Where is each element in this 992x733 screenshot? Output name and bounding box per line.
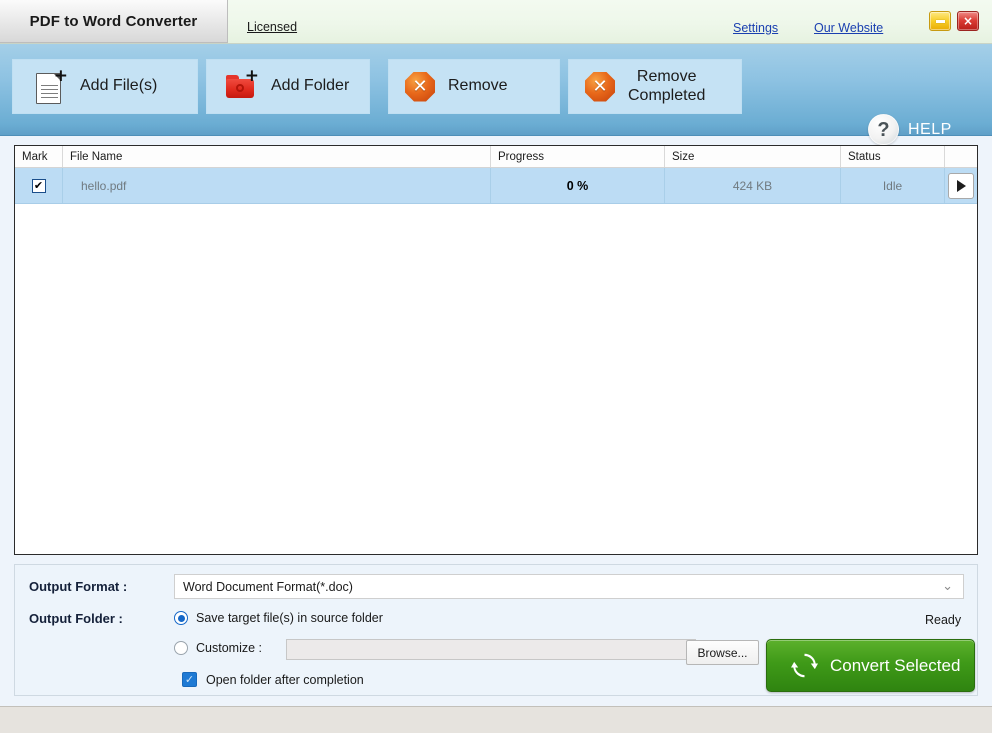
page-title: PDF to Word Converter xyxy=(29,12,198,30)
column-header-action xyxy=(945,146,977,167)
toolbar: + Add File(s) + Add Folder ✕ Remove ✕ Re… xyxy=(0,44,992,145)
remove-x-icon: ✕ xyxy=(405,71,435,102)
radio-customize-indicator xyxy=(174,641,188,655)
row-checkbox[interactable]: ✔ xyxy=(31,178,46,193)
radio-customize-label: Customize : xyxy=(196,641,262,655)
minimize-icon xyxy=(935,19,945,23)
row-size: 424 KB xyxy=(665,168,841,203)
question-mark-icon: ? xyxy=(868,114,899,145)
folder-add-icon: + xyxy=(225,67,259,103)
help-button[interactable]: ? HELP xyxy=(868,114,952,145)
open-folder-label: Open folder after completion xyxy=(206,672,364,687)
output-format-label: Output Format : xyxy=(29,579,128,594)
remove-label: Remove xyxy=(448,77,508,95)
remove-completed-line1: Remove xyxy=(636,68,697,86)
add-folder-label: Add Folder xyxy=(271,77,350,95)
chevron-down-icon: ⌄ xyxy=(942,579,953,594)
licensed-link[interactable]: Licensed xyxy=(247,20,297,34)
output-format-value: Word Document Format(*.doc) xyxy=(183,579,353,594)
row-progress: 0 % xyxy=(491,168,665,203)
minimize-button[interactable] xyxy=(929,11,951,31)
settings-link[interactable]: Settings xyxy=(733,21,778,35)
help-label: HELP xyxy=(908,120,952,138)
output-folder-label: Output Folder : xyxy=(29,611,123,626)
add-files-label: Add File(s) xyxy=(80,77,158,95)
refresh-icon xyxy=(791,652,818,679)
our-website-link[interactable]: Our Website xyxy=(814,21,883,35)
radio-save-in-source-folder[interactable]: Save target file(s) in source folder xyxy=(174,611,383,625)
output-format-select[interactable]: Word Document Format(*.doc) ⌄ xyxy=(174,574,964,599)
status-text: Ready xyxy=(925,613,962,627)
column-header-size[interactable]: Size xyxy=(665,146,841,167)
radio-customize[interactable]: Customize : xyxy=(174,641,262,655)
open-folder-checkbox[interactable]: ✓ xyxy=(182,672,197,687)
title-bar: PDF to Word Converter Licensed Settings … xyxy=(0,0,992,44)
close-icon: × xyxy=(962,14,974,28)
column-header-mark[interactable]: Mark xyxy=(15,146,63,167)
file-list-panel: Mark File Name Progress Size Status ✔ he… xyxy=(14,145,978,555)
row-file-name: hello.pdf xyxy=(63,168,491,203)
table-row[interactable]: ✔ hello.pdf 0 % 424 KB Idle xyxy=(15,168,977,204)
app-window: PDF to Word Converter Licensed Settings … xyxy=(0,0,992,733)
radio-source-label: Save target file(s) in source folder xyxy=(196,611,383,625)
convert-selected-button[interactable]: Convert Selected xyxy=(766,639,975,692)
close-button[interactable]: × xyxy=(957,11,979,31)
add-folder-button[interactable]: + Add Folder xyxy=(206,59,370,114)
row-mark-cell: ✔ xyxy=(15,168,63,203)
remove-completed-label: Remove Completed xyxy=(628,68,705,105)
column-header-progress[interactable]: Progress xyxy=(491,146,665,167)
open-folder-checkbox-row[interactable]: ✓ Open folder after completion xyxy=(182,672,364,687)
remove-completed-x-icon: ✕ xyxy=(585,71,615,102)
column-header-status[interactable]: Status xyxy=(841,146,945,167)
status-bar xyxy=(0,706,992,733)
remove-button[interactable]: ✕ Remove xyxy=(388,59,560,114)
custom-folder-input[interactable] xyxy=(286,639,696,660)
radio-source-indicator xyxy=(174,611,188,625)
document-add-icon: + xyxy=(36,67,68,104)
remove-completed-button[interactable]: ✕ Remove Completed xyxy=(568,59,742,114)
checkmark-icon: ✔ xyxy=(33,179,44,192)
add-files-button[interactable]: + Add File(s) xyxy=(12,59,198,114)
checkmark-icon: ✓ xyxy=(184,673,195,686)
file-list-header: Mark File Name Progress Size Status xyxy=(15,146,977,168)
status-badge: Idle xyxy=(841,168,945,203)
remove-completed-line2: Completed xyxy=(628,86,706,104)
play-icon xyxy=(956,179,966,192)
browse-button[interactable]: Browse... xyxy=(686,640,759,665)
play-button[interactable] xyxy=(948,172,974,199)
column-header-file-name[interactable]: File Name xyxy=(63,146,491,167)
app-title-tab: PDF to Word Converter xyxy=(0,0,228,43)
convert-selected-label: Convert Selected xyxy=(830,655,961,675)
row-action-cell xyxy=(945,168,977,203)
